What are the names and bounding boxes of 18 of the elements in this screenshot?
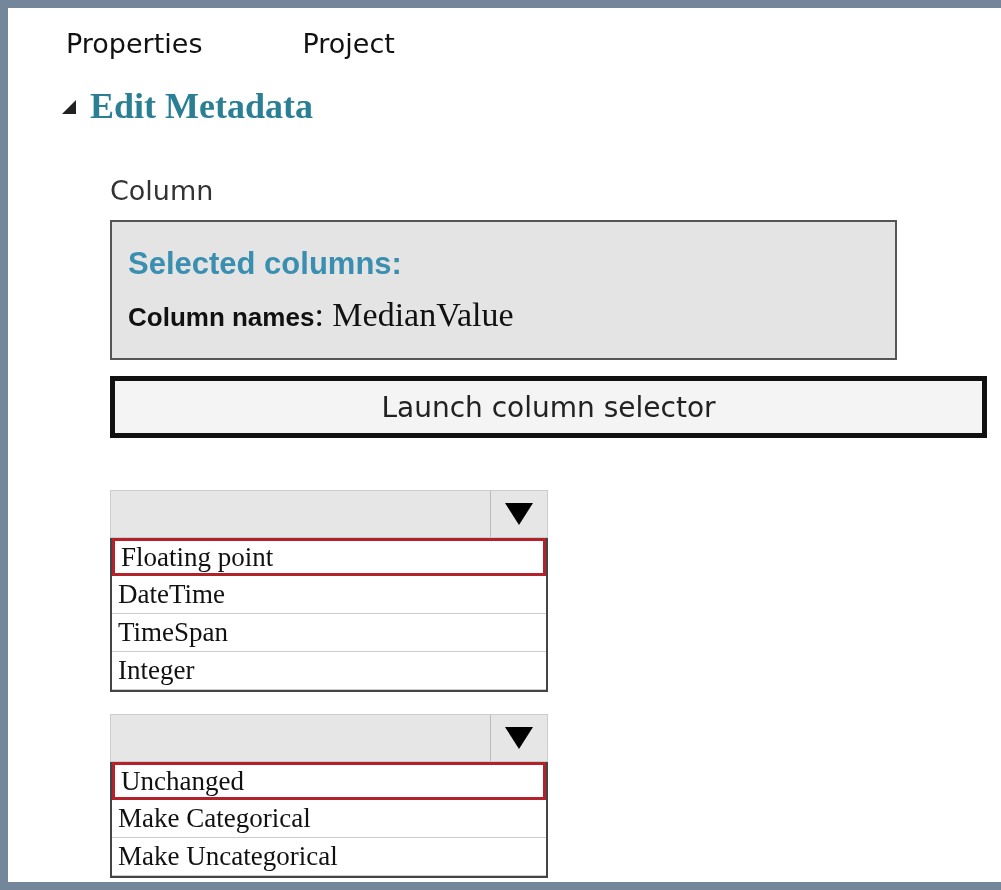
dropdown-option[interactable]: Integer <box>112 652 546 690</box>
dropdown-option[interactable]: DateTime <box>112 576 546 614</box>
dropdown-option[interactable]: Unchanged <box>112 762 546 800</box>
section-title: Edit Metadata <box>90 85 313 127</box>
field-label: Column <box>110 175 215 206</box>
dropdown[interactable] <box>110 490 548 538</box>
tab[interactable]: Project <box>302 28 395 59</box>
panel-title: Selected columns: <box>128 246 403 282</box>
dropdown-option[interactable]: Make Uncategorical <box>112 838 546 876</box>
launch-column-selector-button[interactable]: Launch column selector <box>110 376 987 438</box>
dropdown-option[interactable]: Make Categorical <box>112 800 546 838</box>
column-names-text: Column names: MedianValue <box>128 296 515 334</box>
dropdown-option[interactable]: TimeSpan <box>112 614 546 652</box>
dropdown-arrow-icon <box>505 503 533 525</box>
dropdown-arrow-icon <box>505 727 533 749</box>
tab[interactable]: Properties <box>66 28 203 59</box>
dropdown-option[interactable]: Floating point <box>112 538 546 576</box>
dropdown[interactable] <box>110 714 548 762</box>
